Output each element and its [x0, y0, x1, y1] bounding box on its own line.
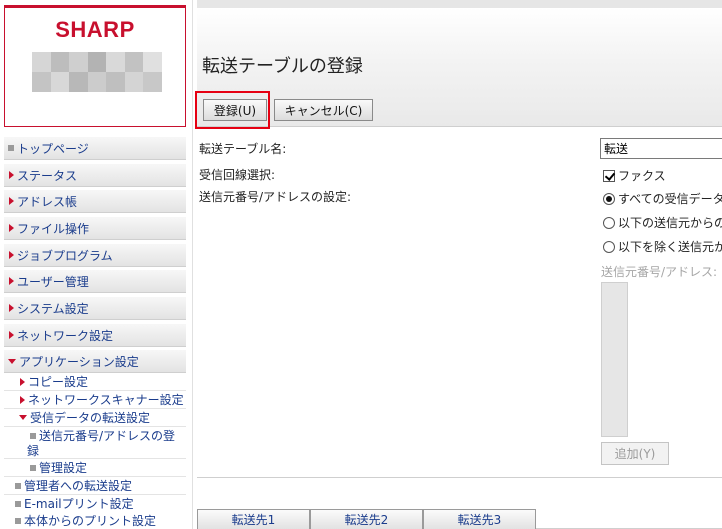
radio-from-option[interactable]: 以下の送信元からの: [603, 214, 722, 231]
table-name-input[interactable]: [600, 138, 722, 159]
arrow-right-icon: [9, 171, 14, 179]
sidebar-item-job-program[interactable]: ジョブプログラム: [4, 244, 186, 267]
sidebar-item-label: 管理設定: [39, 461, 88, 475]
sidebar-item-file-operation[interactable]: ファイル操作: [4, 217, 186, 240]
tab-destination-3[interactable]: 転送先3: [423, 509, 536, 529]
line-select-label: 受信回線選択:: [199, 168, 276, 182]
section-separator: [197, 477, 722, 478]
sidebar-subitem-management-settings[interactable]: 管理設定: [4, 459, 186, 477]
add-button[interactable]: 追加(Y): [601, 442, 669, 465]
sidebar-item-status[interactable]: ステータス: [4, 164, 186, 187]
destination-tabs: 転送先1 転送先2 転送先3: [197, 509, 722, 529]
sidebar-item-label: ジョブプログラム: [17, 248, 113, 263]
arrow-right-icon: [9, 277, 14, 285]
sidebar-item-label: ユーザー管理: [17, 274, 89, 289]
tab-destination-1[interactable]: 転送先1: [197, 509, 310, 529]
radio-all-label: すべての受信データ: [618, 192, 722, 206]
bullet-icon: [30, 464, 36, 471]
sidebar-subitem-network-scanner[interactable]: ネットワークスキャナー設定: [4, 391, 186, 409]
cancel-button[interactable]: キャンセル(C): [274, 99, 373, 121]
bullet-icon: [15, 482, 21, 489]
sidebar-item-label: E-mailプリント設定: [24, 497, 134, 511]
radio-except[interactable]: [603, 240, 615, 253]
sidebar-item-label: 本体からのプリント設定: [24, 514, 157, 528]
sidebar-item-label: 管理者への転送設定: [24, 479, 133, 493]
blurred-model-name: [32, 52, 162, 92]
sender-list-box[interactable]: [601, 282, 628, 437]
arrow-right-icon: [20, 377, 25, 386]
arrow-right-icon: [9, 304, 14, 312]
sidebar-item-label: アドレス帳: [17, 194, 78, 209]
sidebar-item-label: 受信データの転送設定: [30, 411, 151, 425]
radio-all-option[interactable]: すべての受信データ: [603, 190, 722, 207]
sidebar-subitem-sender-registration[interactable]: 送信元番号/アドレスの登 録: [4, 427, 186, 459]
bullet-icon: [15, 517, 21, 524]
top-bar: [197, 0, 722, 8]
sidebar-item-label-cont: 録: [27, 444, 40, 458]
fax-option-label: ファクス: [618, 169, 666, 183]
sidebar-item-user-management[interactable]: ユーザー管理: [4, 270, 186, 293]
sidebar-item-top-page[interactable]: トップページ: [4, 137, 186, 160]
sidebar-item-label: トップページ: [17, 141, 89, 156]
sidebar-item-label: ファイル操作: [17, 221, 90, 236]
bullet-icon: [30, 433, 36, 439]
radio-from-label: 以下の送信元からの: [618, 216, 722, 230]
arrow-right-icon: [9, 251, 14, 259]
sidebar-item-label: ネットワークスキャナー設定: [28, 393, 184, 407]
sharp-logo: SHARP: [55, 17, 135, 42]
radio-except-label: 以下を除く送信元か: [618, 240, 722, 254]
sidebar-item-network-settings[interactable]: ネットワーク設定: [4, 324, 186, 347]
arrow-right-icon: [20, 395, 25, 404]
sidebar-item-label: 送信元番号/アドレスの登: [39, 429, 176, 443]
page-title: 転送テーブルの登録: [202, 56, 363, 77]
sidebar-subitem-copy-settings[interactable]: コピー設定: [4, 373, 186, 391]
sidebar-item-application-settings[interactable]: アプリケーション設定: [4, 350, 186, 373]
radio-except-option[interactable]: 以下を除く送信元か: [603, 238, 722, 255]
fax-checkbox[interactable]: [603, 169, 615, 182]
sidebar-item-label-wrap: 送信元番号/アドレスの登 録: [27, 429, 176, 459]
arrow-down-icon: [8, 358, 16, 364]
table-name-label: 転送テーブル名:: [199, 142, 287, 156]
sidebar-item-label: システム設定: [17, 301, 89, 316]
fax-checkbox-option[interactable]: ファクス: [603, 167, 666, 184]
sidebar-item-label: ステータス: [17, 168, 78, 183]
bullet-icon: [8, 145, 14, 151]
arrow-right-icon: [9, 331, 14, 339]
sidebar-subitem-admin-forward[interactable]: 管理者への転送設定: [4, 477, 186, 495]
radio-from[interactable]: [603, 216, 615, 229]
sidebar-subitem-forward-settings[interactable]: 受信データの転送設定: [4, 409, 186, 427]
sidebar-item-label: コピー設定: [28, 375, 89, 389]
radio-all[interactable]: [603, 192, 615, 205]
sidebar-subitem-email-print[interactable]: E-mailプリント設定: [4, 495, 186, 513]
column-divider: [192, 0, 193, 529]
register-highlight-frame: [195, 91, 270, 129]
sidebar-item-system-settings[interactable]: システム設定: [4, 297, 186, 320]
sidebar-item-label: ネットワーク設定: [17, 328, 114, 343]
arrow-right-icon: [9, 197, 14, 205]
sidebar-item-label: アプリケーション設定: [19, 354, 139, 369]
sidebar-item-address-book[interactable]: アドレス帳: [4, 190, 186, 213]
sender-setting-label: 送信元番号/アドレスの設定:: [199, 190, 352, 204]
arrow-down-icon: [19, 415, 27, 420]
arrow-right-icon: [9, 224, 14, 232]
sidebar-subitem-device-print[interactable]: 本体からのプリント設定: [4, 512, 186, 529]
logo-box: SHARP: [4, 5, 186, 127]
sender-list-label: 送信元番号/アドレス:: [601, 265, 718, 279]
bullet-icon: [15, 500, 21, 507]
tab-destination-2[interactable]: 転送先2: [310, 509, 423, 529]
